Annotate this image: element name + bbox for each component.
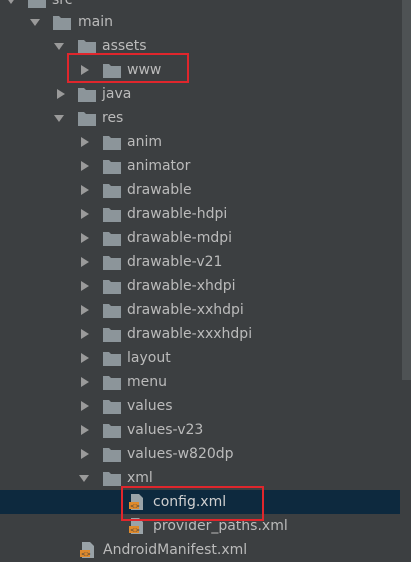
chevron-right-icon[interactable]	[80, 377, 90, 387]
tree-row-www[interactable]: www	[0, 58, 400, 82]
xml-file-icon: <>	[80, 542, 98, 558]
folder-icon	[103, 62, 121, 78]
folder-icon	[103, 182, 121, 198]
folder-icon	[103, 398, 121, 414]
tree-row-values-w820dp[interactable]: values-w820dp	[0, 442, 400, 466]
chevron-right-icon[interactable]	[80, 329, 90, 339]
tree-row-label: main	[78, 14, 113, 30]
xml-file-icon: <>	[129, 494, 147, 510]
folder-icon	[78, 110, 96, 126]
tree-row-label: layout	[127, 350, 171, 366]
tree-row-label: drawable-v21	[127, 254, 223, 270]
chevron-down-icon[interactable]	[30, 17, 40, 27]
tree-row-label: config.xml	[153, 494, 227, 510]
chevron-right-icon[interactable]	[80, 137, 90, 147]
folder-icon	[78, 38, 96, 54]
folder-icon	[103, 206, 121, 222]
tree-row-label: drawable	[127, 182, 192, 198]
tree-row-assets[interactable]: assets	[0, 34, 400, 58]
tree-row-menu[interactable]: menu	[0, 370, 400, 394]
tree-row-provider-paths-xml[interactable]: <> provider_paths.xml	[0, 514, 400, 538]
chevron-right-icon[interactable]	[80, 449, 90, 459]
folder-icon	[103, 158, 121, 174]
chevron-down-icon[interactable]	[54, 113, 64, 123]
chevron-right-icon[interactable]	[80, 425, 90, 435]
tree-row-label: anim	[127, 134, 162, 150]
folder-icon	[103, 326, 121, 342]
folder-icon	[103, 374, 121, 390]
tree-row-label: provider_paths.xml	[153, 518, 288, 534]
tree-row-label: www	[127, 62, 162, 78]
chevron-down-icon[interactable]	[79, 473, 89, 483]
tree-row-drawable-v21[interactable]: drawable-v21	[0, 250, 400, 274]
xml-file-icon: <>	[129, 518, 147, 534]
chevron-right-icon[interactable]	[80, 257, 90, 267]
chevron-right-icon[interactable]	[80, 305, 90, 315]
tree-row-label: java	[102, 86, 132, 102]
folder-icon	[103, 470, 121, 486]
svg-text:<>: <>	[81, 551, 91, 558]
folder-icon	[103, 254, 121, 270]
folder-icon	[53, 14, 71, 30]
chevron-right-icon[interactable]	[80, 209, 90, 219]
folder-icon	[103, 302, 121, 318]
tree-row-anim[interactable]: anim	[0, 130, 400, 154]
tree-row-androidmanifest-xml[interactable]: <> AndroidManifest.xml	[0, 538, 400, 562]
tree-row-label: assets	[102, 38, 147, 54]
tree-row-label: menu	[127, 374, 167, 390]
tree-row-layout[interactable]: layout	[0, 346, 400, 370]
chevron-down-icon[interactable]	[6, 0, 16, 5]
tree-row-res[interactable]: res	[0, 106, 400, 130]
chevron-right-icon[interactable]	[80, 281, 90, 291]
tree-row-label: animator	[127, 158, 191, 174]
folder-icon	[78, 86, 96, 102]
tree-row-label: drawable-xhdpi	[127, 278, 236, 294]
chevron-right-icon[interactable]	[56, 89, 66, 99]
tree-row-java[interactable]: java	[0, 82, 400, 106]
tree-row-values-v23[interactable]: values-v23	[0, 418, 400, 442]
chevron-right-icon[interactable]	[80, 233, 90, 243]
tree-row-main[interactable]: main	[0, 10, 400, 34]
chevron-right-icon[interactable]	[80, 353, 90, 363]
tree-row-label: values-w820dp	[127, 446, 234, 462]
chevron-right-icon[interactable]	[80, 65, 90, 75]
tree-row-drawable-xhdpi[interactable]: drawable-xhdpi	[0, 274, 400, 298]
folder-icon	[28, 0, 46, 8]
chevron-right-icon[interactable]	[80, 161, 90, 171]
tree-row-values[interactable]: values	[0, 394, 400, 418]
chevron-right-icon[interactable]	[80, 401, 90, 411]
folder-icon	[103, 446, 121, 462]
tree-row-drawable[interactable]: drawable	[0, 178, 400, 202]
tree-row-xml[interactable]: xml	[0, 466, 400, 490]
tree-row-label: values-v23	[127, 422, 204, 438]
folder-icon	[103, 350, 121, 366]
tree-row-drawable-hdpi[interactable]: drawable-hdpi	[0, 202, 400, 226]
tree-row-config-xml[interactable]: <> config.xml	[0, 490, 411, 514]
tree-row-label: res	[102, 110, 124, 126]
tree-row-label: drawable-xxxhdpi	[127, 326, 253, 342]
folder-icon	[103, 230, 121, 246]
folder-icon	[103, 422, 121, 438]
tree-row-animator[interactable]: animator	[0, 154, 400, 178]
tree-row-drawable-mdpi[interactable]: drawable-mdpi	[0, 226, 400, 250]
project-tree: src main assets www java res anim animat…	[0, 0, 411, 558]
tree-row-label: values	[127, 398, 173, 414]
folder-icon	[103, 278, 121, 294]
chevron-down-icon[interactable]	[54, 41, 64, 51]
scrollbar-thumb[interactable]	[402, 0, 411, 380]
tree-row-label: xml	[127, 470, 153, 486]
tree-row-label: AndroidManifest.xml	[103, 542, 248, 558]
svg-text:<>: <>	[130, 503, 140, 510]
tree-row-label: drawable-mdpi	[127, 230, 232, 246]
folder-icon	[103, 134, 121, 150]
tree-row-label: drawable-xxhdpi	[127, 302, 244, 318]
tree-row-drawable-xxhdpi[interactable]: drawable-xxhdpi	[0, 298, 400, 322]
tree-row-label: drawable-hdpi	[127, 206, 228, 222]
tree-row-label: src	[52, 0, 73, 8]
chevron-right-icon[interactable]	[80, 185, 90, 195]
svg-text:<>: <>	[130, 527, 140, 534]
tree-row-drawable-xxxhdpi[interactable]: drawable-xxxhdpi	[0, 322, 400, 346]
